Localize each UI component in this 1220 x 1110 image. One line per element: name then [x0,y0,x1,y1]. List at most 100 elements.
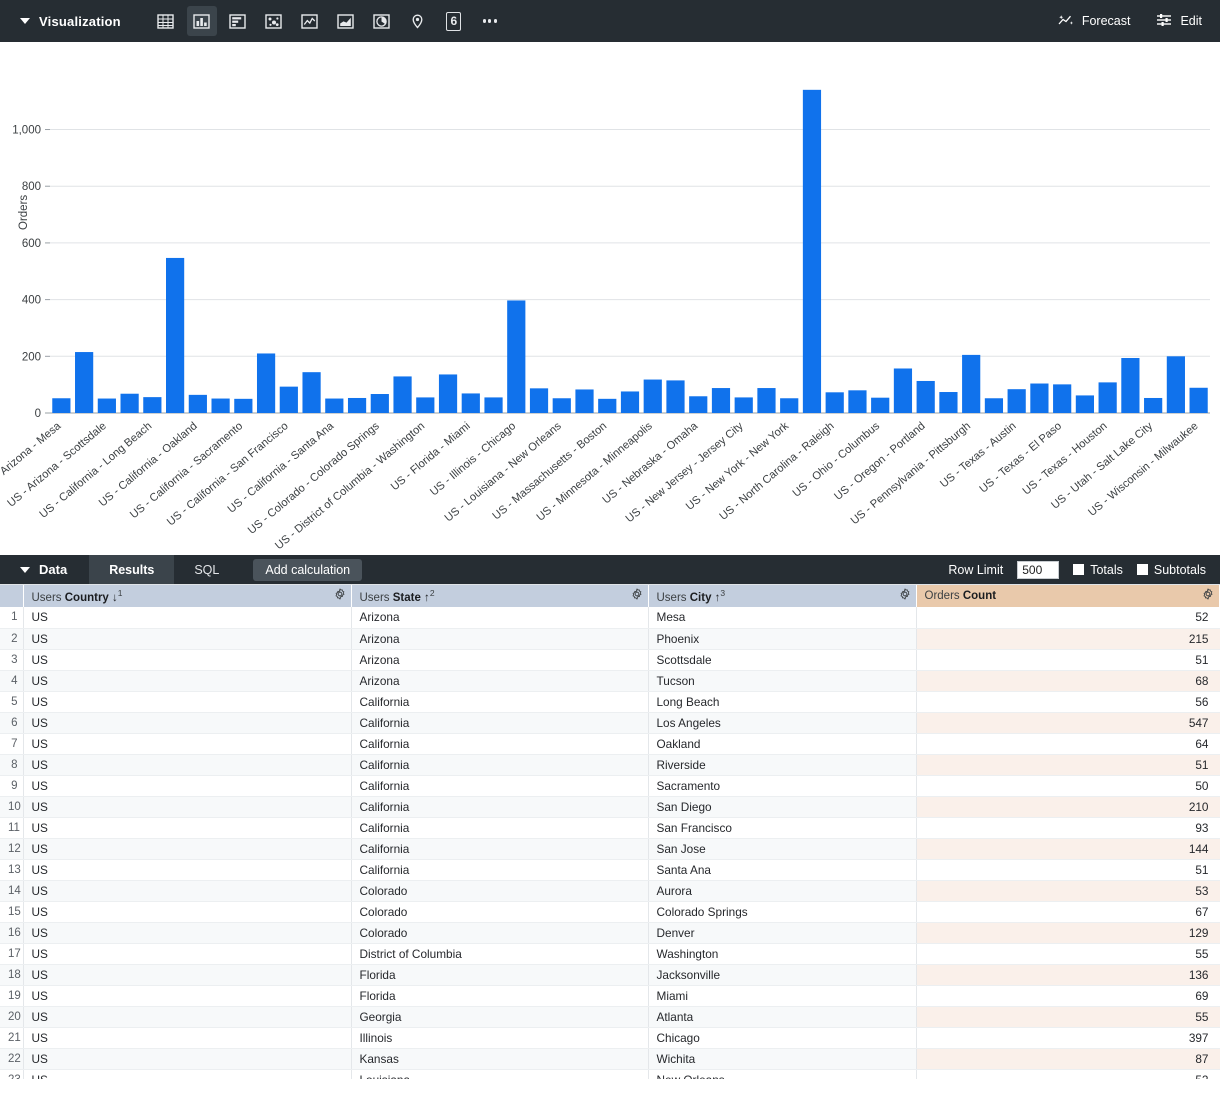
bar-chart-icon[interactable] [223,6,253,36]
chart-bar[interactable] [894,368,912,413]
cell-city[interactable]: Mesa [648,607,916,628]
chart-bar[interactable] [803,90,821,413]
chart-bar[interactable] [1076,395,1094,413]
cell-city[interactable]: Wichita [648,1048,916,1069]
cell-country[interactable]: US [23,964,351,985]
chart-bar[interactable] [507,300,525,413]
table-row[interactable]: 9USCaliforniaSacramento50 [0,775,1220,796]
area-chart-icon[interactable] [331,6,361,36]
cell-city[interactable]: Santa Ana [648,859,916,880]
chart-bar[interactable] [917,381,935,413]
cell-country[interactable]: US [23,733,351,754]
single-value-icon[interactable]: 6 [439,6,469,36]
table-row[interactable]: 7USCaliforniaOakland64 [0,733,1220,754]
cell-country[interactable]: US [23,985,351,1006]
cell-state[interactable]: California [351,691,648,712]
cell-city[interactable]: San Francisco [648,817,916,838]
caret-down-icon[interactable] [20,567,30,573]
chart-bar[interactable] [757,388,775,413]
table-row[interactable]: 21USIllinoisChicago397 [0,1027,1220,1048]
cell-orders-count[interactable]: 50 [916,775,1220,796]
column-header-count[interactable]: Orders Count [916,585,1220,607]
cell-orders-count[interactable]: 55 [916,1006,1220,1027]
cell-country[interactable]: US [23,859,351,880]
cell-country[interactable]: US [23,628,351,649]
cell-state[interactable]: Arizona [351,649,648,670]
line-chart-icon[interactable] [295,6,325,36]
table-row[interactable]: 12USCaliforniaSan Jose144 [0,838,1220,859]
table-row[interactable]: 11USCaliforniaSan Francisco93 [0,817,1220,838]
chart-bar[interactable] [211,399,229,413]
chart-bar[interactable] [1190,388,1208,413]
table-row[interactable]: 22USKansasWichita87 [0,1048,1220,1069]
chart-bar[interactable] [484,397,502,413]
cell-state[interactable]: District of Columbia [351,943,648,964]
cell-city[interactable]: Washington [648,943,916,964]
cell-country[interactable]: US [23,922,351,943]
cell-orders-count[interactable]: 68 [916,670,1220,691]
chart-bar[interactable] [280,387,298,413]
add-calculation-button[interactable]: Add calculation [253,559,362,581]
scatter-chart-icon[interactable] [259,6,289,36]
chart-bar[interactable] [689,396,707,413]
cell-orders-count[interactable]: 136 [916,964,1220,985]
column-settings-gear-icon[interactable] [1202,588,1214,603]
cell-state[interactable]: California [351,796,648,817]
cell-city[interactable]: Long Beach [648,691,916,712]
cell-city[interactable]: Aurora [648,880,916,901]
more-options-icon[interactable] [475,6,505,36]
cell-orders-count[interactable]: 53 [916,880,1220,901]
cell-country[interactable]: US [23,838,351,859]
subtotals-checkbox[interactable]: Subtotals [1137,563,1206,577]
chart-bar[interactable] [1008,389,1026,413]
cell-orders-count[interactable]: 129 [916,922,1220,943]
cell-state[interactable]: Florida [351,964,648,985]
cell-state[interactable]: California [351,838,648,859]
cell-state[interactable]: Colorado [351,901,648,922]
cell-state[interactable]: Illinois [351,1027,648,1048]
cell-orders-count[interactable]: 215 [916,628,1220,649]
chart-bar[interactable] [98,399,116,413]
cell-country[interactable]: US [23,775,351,796]
cell-country[interactable]: US [23,1027,351,1048]
chart-bar[interactable] [1144,398,1162,413]
bar-chart[interactable]: 02004006008001,000US - Arizona - MesaUS … [0,42,1220,555]
column-chart-icon[interactable] [187,6,217,36]
chart-bar[interactable] [371,394,389,413]
cell-country[interactable]: US [23,691,351,712]
caret-down-icon[interactable] [20,18,30,24]
cell-country[interactable]: US [23,817,351,838]
table-row[interactable]: 15USColoradoColorado Springs67 [0,901,1220,922]
cell-city[interactable]: San Jose [648,838,916,859]
cell-city[interactable]: Jacksonville [648,964,916,985]
chart-bar[interactable] [121,394,139,413]
row-limit-input[interactable] [1017,561,1059,579]
results-table-scroll[interactable]: Users Country ↓1Users State ↑2Users City… [0,584,1220,1079]
cell-orders-count[interactable]: 144 [916,838,1220,859]
chart-bar[interactable] [302,372,320,413]
chart-bar[interactable] [848,390,866,413]
chart-bar[interactable] [348,398,366,413]
chart-bar[interactable] [462,393,480,413]
table-row[interactable]: 14USColoradoAurora53 [0,880,1220,901]
cell-orders-count[interactable]: 51 [916,859,1220,880]
cell-country[interactable]: US [23,1069,351,1079]
cell-orders-count[interactable]: 52 [916,607,1220,628]
cell-city[interactable]: Riverside [648,754,916,775]
cell-city[interactable]: Denver [648,922,916,943]
chart-bar[interactable] [325,399,343,413]
cell-country[interactable]: US [23,649,351,670]
chart-bar[interactable] [393,376,411,413]
table-chart-icon[interactable] [151,6,181,36]
column-settings-gear-icon[interactable] [899,588,911,603]
cell-orders-count[interactable]: 51 [916,754,1220,775]
cell-state[interactable]: Florida [351,985,648,1006]
cell-state[interactable]: Arizona [351,628,648,649]
cell-country[interactable]: US [23,796,351,817]
table-row[interactable]: 17USDistrict of ColumbiaWashington55 [0,943,1220,964]
cell-state[interactable]: California [351,733,648,754]
column-header-city[interactable]: Users City ↑3 [648,585,916,607]
table-row[interactable]: 3USArizonaScottsdale51 [0,649,1220,670]
chart-bar[interactable] [553,398,571,413]
cell-orders-count[interactable]: 93 [916,817,1220,838]
